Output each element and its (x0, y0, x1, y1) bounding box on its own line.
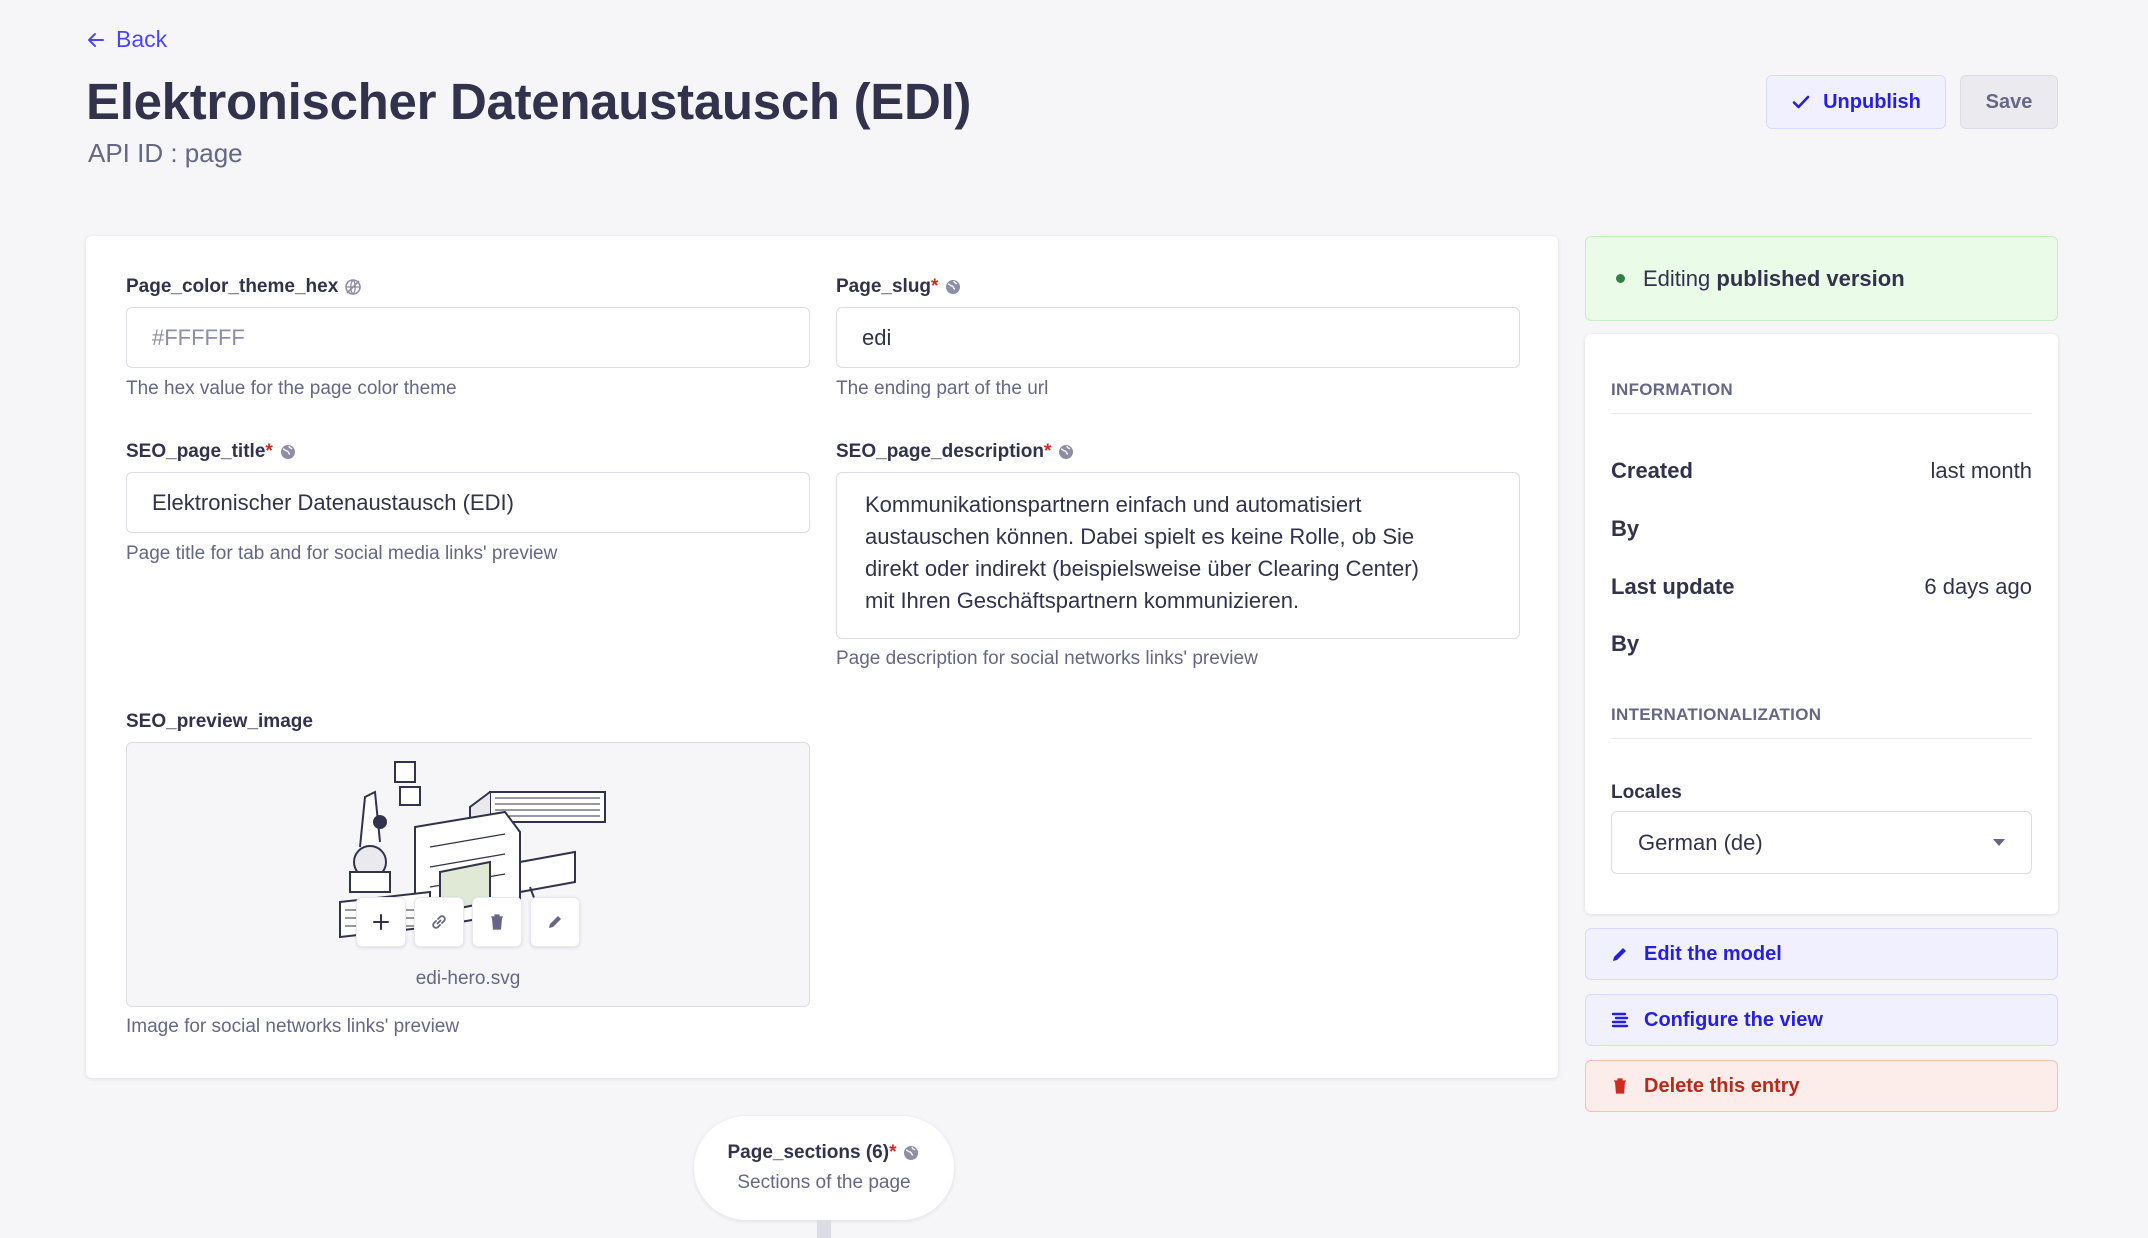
pencil-icon (1613, 948, 1626, 961)
seo-title-label: SEO_page_title* (126, 441, 297, 463)
delete-entry-label: Delete this entry (1644, 1074, 1800, 1097)
globe-icon (1059, 445, 1074, 459)
back-link[interactable]: Back (86, 26, 167, 53)
divider (1611, 738, 2032, 739)
seo-description-textarea[interactable]: Kommunikationspartnern einfach und autom… (836, 472, 1520, 639)
color-theme-label-text: Page_color_theme_hex (126, 276, 339, 297)
edit-model-label: Edit the model (1644, 942, 1782, 965)
configure-view-button[interactable]: Configure the view (1585, 994, 2058, 1046)
required-mark: * (931, 276, 939, 297)
edit-media-button[interactable] (530, 897, 580, 947)
info-key-last-update: Last update (1611, 574, 1735, 599)
globe-crossed-icon (345, 279, 362, 295)
seo-description-hint: Page description for social networks lin… (836, 648, 1258, 669)
delete-entry-button[interactable]: Delete this entry (1585, 1060, 2058, 1112)
save-button[interactable]: Save (1960, 75, 2058, 129)
globe-icon (280, 445, 295, 459)
dynamic-zone-subtitle: Sections of the page (737, 1172, 911, 1193)
status-text: Editing published version (1643, 266, 1905, 292)
slug-label: Page_slug* (836, 276, 962, 298)
delete-media-button[interactable] (472, 897, 522, 947)
caret-down-icon (1993, 839, 2005, 846)
info-value-created: last month (1930, 458, 2033, 483)
globe-icon (904, 1146, 919, 1160)
media-actions (356, 897, 580, 947)
slug-input[interactable]: edi (836, 307, 1520, 368)
copy-link-button[interactable] (414, 897, 464, 947)
slug-label-name: Page_slug (836, 276, 932, 297)
status-dot (1616, 274, 1625, 283)
seo-description-label-text: SEO_page_description* (836, 441, 1051, 463)
check-icon (1792, 95, 1810, 109)
dynamic-zone-header[interactable]: Page_sections (6)* Sections of the page (694, 1116, 954, 1220)
info-key-created-by: By (1611, 516, 1640, 541)
dynamic-zone-title-name: Page_sections (6) (727, 1142, 890, 1163)
trash-icon (491, 914, 503, 930)
color-theme-input[interactable]: #FFFFFF (126, 307, 810, 368)
back-label: Back (116, 26, 168, 52)
seo-title-input[interactable]: Elektronischer Datenaustausch (EDI) (126, 472, 810, 533)
color-theme-hint: The hex value for the page color theme (126, 378, 457, 399)
globe-icon (946, 280, 961, 294)
edit-model-button[interactable]: Edit the model (1585, 928, 2058, 980)
seo-title-label-name: SEO_page_title (126, 441, 266, 462)
edit-status-box: Editing published version (1585, 236, 2058, 321)
slug-hint: The ending part of the url (836, 378, 1049, 399)
pencil-icon (549, 916, 561, 928)
seo-image-hint: Image for social networks links' preview (126, 1016, 460, 1037)
arrow-left-icon (88, 32, 104, 47)
dynamic-zone-connector (817, 1220, 831, 1238)
plus-icon (373, 914, 389, 930)
required-mark: * (265, 441, 273, 462)
seo-description-label: SEO_page_description* (836, 441, 1075, 463)
i18n-title: INTERNATIONALIZATION (1611, 705, 1822, 724)
color-theme-label: Page_color_theme_hex (126, 276, 362, 298)
locale-select[interactable]: German (de) (1611, 811, 2032, 874)
status-prefix: Editing (1643, 265, 1717, 291)
media-filename: edi-hero.svg (415, 968, 521, 989)
slug-label-text: Page_slug* (836, 276, 938, 298)
api-id: API ID : page (88, 138, 243, 168)
locales-label: Locales (1611, 782, 1682, 803)
seo-title-label-text: SEO_page_title* (126, 441, 273, 463)
required-mark: * (889, 1142, 897, 1163)
seo-image-label: SEO_preview_image (126, 711, 313, 732)
trash-icon (1614, 1078, 1626, 1094)
locale-value: German (de) (1638, 829, 1763, 855)
info-value-last-update: 6 days ago (1924, 574, 2032, 599)
info-key-created: Created (1611, 458, 1693, 483)
link-icon (432, 915, 446, 929)
configure-view-label: Configure the view (1644, 1008, 1823, 1031)
page-title: Elektronischer Datenaustausch (EDI) (86, 73, 972, 130)
unpublish-button[interactable]: Unpublish (1766, 75, 1946, 129)
add-media-button[interactable] (356, 897, 406, 947)
divider (1611, 413, 2032, 414)
unpublish-label: Unpublish (1823, 90, 1921, 113)
status-bold: published version (1716, 265, 1905, 291)
seo-description-label-name: SEO_page_description (836, 441, 1045, 462)
layout-lines-icon (1611, 1012, 1629, 1028)
seo-title-hint: Page title for tab and for social media … (126, 543, 558, 564)
required-mark: * (1044, 441, 1052, 462)
info-key-updated-by: By (1611, 631, 1640, 656)
dynamic-zone-title-text: Page_sections (6)* (728, 1142, 897, 1164)
dynamic-zone-title: Page_sections (6)* (728, 1142, 921, 1164)
information-title: INFORMATION (1611, 380, 1733, 399)
